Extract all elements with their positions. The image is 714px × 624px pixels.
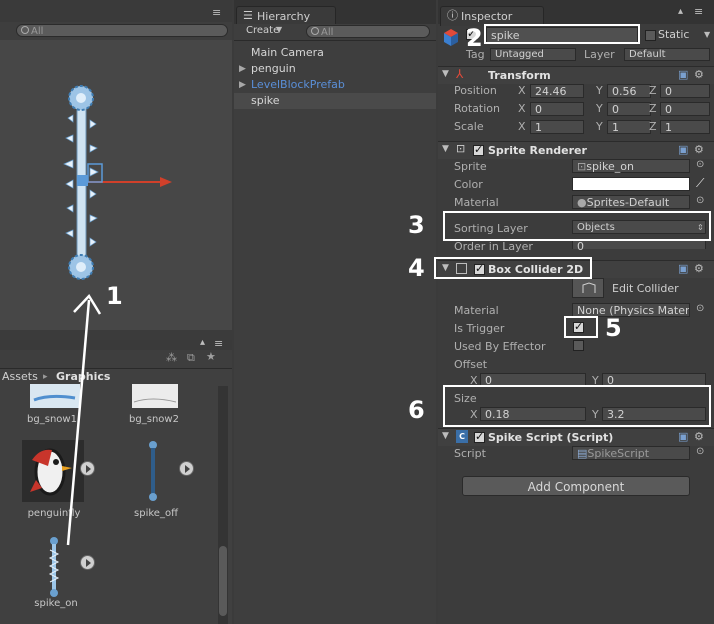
annotation-box-4 (434, 257, 592, 279)
annotation-number-3: 3 (408, 211, 425, 239)
annotation-number-2: 2 (466, 24, 483, 52)
annotation-number-6: 6 (408, 396, 425, 424)
annotation-box-2 (484, 24, 640, 44)
annotation-arrow (66, 293, 102, 546)
annotation-number-5: 5 (605, 314, 622, 342)
annotation-box-6 (443, 385, 711, 427)
annotation-box-3 (443, 211, 711, 241)
annotation-box-5 (564, 316, 598, 338)
annotation-number-4: 4 (408, 254, 425, 282)
annotation-number-1: 1 (106, 282, 123, 310)
